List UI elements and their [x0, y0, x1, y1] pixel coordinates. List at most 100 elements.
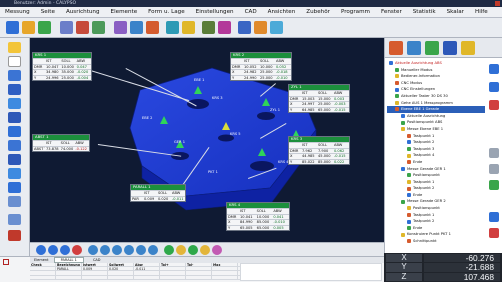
callout-table[interactable]: ZYL 1 IST SOLL ABW DMR 15.003 15.000 0.003 X2…: [288, 84, 350, 114]
tree-node[interactable]: Gehe AUS 1 Messprogramm: [387, 100, 485, 107]
tree-node[interactable]: Messe Ebene EBE 1: [387, 126, 485, 133]
cad-icon[interactable]: [202, 21, 215, 34]
menu-ausrichtung[interactable]: Ausrichtung: [66, 9, 100, 15]
menu-ansichten[interactable]: Ansichten: [268, 9, 296, 15]
open-folder-icon[interactable]: [22, 21, 35, 34]
menu-form-lage[interactable]: Form u. Lage: [148, 9, 185, 15]
pencil-icon[interactable]: [8, 42, 21, 53]
callout-table[interactable]: PARALL 1 IST SOLL ABW PAR 0.009 0.020 -0.011: [130, 184, 186, 203]
plus-icon[interactable]: [8, 56, 21, 67]
cad-viewport[interactable]: EBE 1 KRS 3 ZYL 1 EBE 2 KRS 5 GER 1 KRS …: [30, 38, 384, 242]
pan-icon[interactable]: [124, 245, 134, 255]
tree-node[interactable]: Messe Gerade GER 2: [387, 198, 485, 205]
delete-icon[interactable]: [489, 100, 499, 110]
tab-cad-icon[interactable]: [425, 41, 439, 55]
callout-table[interactable]: ABST 1 ISTSOLLABW ABST Y73.87874.000-0.1…: [32, 134, 90, 153]
zoom-out-icon[interactable]: [100, 245, 110, 255]
view-icon[interactable]: [218, 21, 231, 34]
lock-icon[interactable]: [8, 230, 21, 241]
tab-program-icon[interactable]: [389, 41, 403, 55]
tree-node[interactable]: Tastpunkt 3: [387, 146, 485, 153]
tab-views-icon[interactable]: [443, 41, 457, 55]
cad-label[interactable]: CAD: [93, 258, 101, 262]
tree-node[interactable]: CNC Einstellungen: [387, 86, 485, 93]
zoom-fit-icon[interactable]: [112, 245, 122, 255]
cylinder-tool-icon[interactable]: [8, 126, 21, 137]
tree-node[interactable]: Aktuelle Ausrichtung: [387, 113, 485, 120]
label-icon[interactable]: [212, 245, 222, 255]
menu-fenster[interactable]: Fenster: [381, 9, 402, 15]
program-tree[interactable]: Aktuelle Ausrichtung ABS Manueller Modus B…: [387, 60, 485, 250]
line-icon[interactable]: [114, 21, 127, 34]
tree-node[interactable]: Ebene EBE 1 Gerade: [387, 106, 485, 113]
view-top-icon[interactable]: [48, 245, 58, 255]
new-program-icon[interactable]: [6, 21, 19, 34]
tree-node[interactable]: Bediener-Information: [387, 73, 485, 80]
tab-report-icon[interactable]: [461, 41, 475, 55]
section-icon[interactable]: [148, 245, 158, 255]
paste-icon[interactable]: [489, 164, 499, 174]
callout-table[interactable]: KRS 3 IST SOLL ABW DMR 7.962 7.900 0.062 X 44.…: [288, 136, 350, 166]
flag-icon[interactable]: [188, 245, 198, 255]
tree-node[interactable]: Konstruiere Punkt PKT 1: [387, 231, 485, 238]
column-header[interactable]: Check: [30, 263, 56, 267]
view-front-icon[interactable]: [36, 245, 46, 255]
view-iso-icon[interactable]: [72, 245, 82, 255]
tree-node[interactable]: Positionspunkt: [387, 172, 485, 179]
line-tool-icon[interactable]: [8, 84, 21, 95]
tree-node[interactable]: Tastpunkt 4: [387, 152, 485, 159]
probe-icon[interactable]: [60, 21, 73, 34]
tree-node[interactable]: Positionspunkt ABS: [387, 119, 485, 126]
move-down-icon[interactable]: [489, 82, 499, 92]
marker-icon[interactable]: [200, 245, 210, 255]
tree-node[interactable]: Aktuelle Ausrichtung ABS: [387, 60, 485, 67]
save-icon[interactable]: [38, 21, 51, 34]
check-icon[interactable]: [489, 180, 499, 190]
tree-node[interactable]: Tastpunkt 2: [387, 139, 485, 146]
menu-programm[interactable]: Programm: [341, 9, 370, 15]
run-icon[interactable]: [92, 21, 105, 34]
results-grid[interactable]: Check Bezeichnung Istwert Sollwert Abw T…: [30, 263, 240, 280]
menu-einstellungen[interactable]: Einstellungen: [196, 9, 234, 15]
menu-hilfe[interactable]: Hilfe: [475, 9, 488, 15]
tree-node[interactable]: CNC Modus: [387, 80, 485, 87]
plane-icon[interactable]: [146, 21, 159, 34]
table-row[interactable]: [30, 275, 240, 280]
flag-green-icon[interactable]: [164, 245, 174, 255]
close-icon[interactable]: [495, 1, 500, 6]
rotate-view-icon[interactable]: [136, 245, 146, 255]
tab-elements-icon[interactable]: [407, 41, 421, 55]
tree-node[interactable]: Ende: [387, 192, 485, 199]
stop-icon[interactable]: [76, 21, 89, 34]
callout-table[interactable]: KRS 1 IST SOLL ABW DMR 10.047 10.000 0.047 X3…: [32, 52, 92, 82]
tree-node[interactable]: Tastpunkt 2: [387, 218, 485, 225]
column-header[interactable]: Max: [212, 263, 238, 267]
column-header[interactable]: Abw: [134, 263, 160, 267]
callout-table[interactable]: KRS 2 IST SOLL ABW DMR 10.052 10.000 0.052 X2…: [230, 52, 292, 82]
slot-tool-icon[interactable]: [8, 196, 21, 207]
column-header[interactable]: Bezeichnung: [56, 263, 82, 267]
menu-cad[interactable]: CAD: [245, 9, 257, 15]
plane-tool-icon[interactable]: [8, 98, 21, 109]
zoom-in-icon[interactable]: [88, 245, 98, 255]
menu-statistik[interactable]: Statistik: [413, 9, 436, 15]
tree-node[interactable]: Manueller Modus: [387, 67, 485, 74]
rotate-icon[interactable]: [238, 21, 251, 34]
torus-tool-icon[interactable]: [8, 168, 21, 179]
view-side-icon[interactable]: [60, 245, 70, 255]
cylinder-icon[interactable]: [166, 21, 179, 34]
tree-node[interactable]: Tastpunkt 1: [387, 179, 485, 186]
tree-node[interactable]: Messe Gerade GER 1: [387, 166, 485, 173]
sphere-tool-icon[interactable]: [8, 154, 21, 165]
column-header[interactable]: Tol-: [186, 263, 212, 267]
tree-node[interactable]: Tastpunkt 1: [387, 212, 485, 219]
circle-icon[interactable]: [130, 21, 143, 34]
report-icon[interactable]: [254, 21, 267, 34]
column-header[interactable]: Istwert: [82, 263, 108, 267]
move-up-icon[interactable]: [489, 64, 499, 74]
column-header[interactable]: Tol+: [160, 263, 186, 267]
tree-node[interactable]: Aktueller Taster 30 DS 30: [387, 93, 485, 100]
distance-icon[interactable]: [182, 21, 195, 34]
menu-seite[interactable]: Seite: [41, 9, 55, 15]
tree-node[interactable]: Tastpunkt 2: [387, 185, 485, 192]
